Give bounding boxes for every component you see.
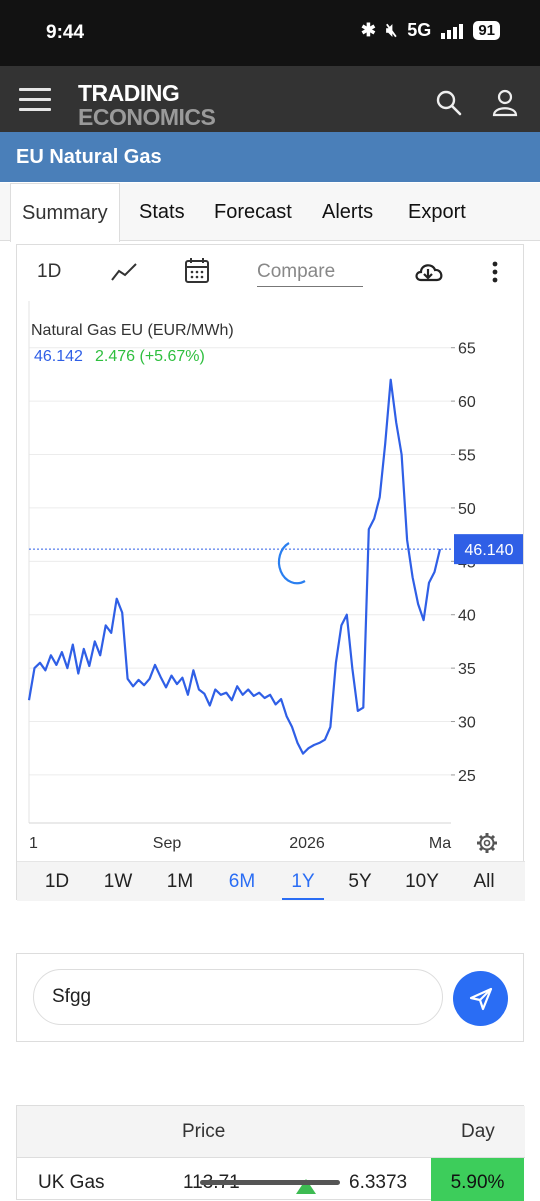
period-1m[interactable]: 1M: [155, 871, 205, 893]
settings-icon[interactable]: [477, 833, 497, 853]
comment-card: [16, 953, 524, 1042]
period-selector: 1D 1W 1M 6M 1Y 5Y 10Y All: [17, 861, 525, 901]
interval-button[interactable]: 1D: [37, 261, 61, 283]
compare-input[interactable]: Compare: [257, 261, 363, 287]
app-bar: TRADING ECONOMICS: [0, 66, 540, 132]
gesture-bar: [200, 1180, 340, 1185]
row-name[interactable]: UK Gas: [38, 1172, 105, 1194]
logo-line1: TRADING: [78, 80, 180, 106]
row-day-change: 5.90%: [431, 1158, 524, 1201]
battery-icon: 91: [473, 21, 500, 40]
tab-stats[interactable]: Stats: [139, 183, 185, 241]
cloud-download-icon[interactable]: [413, 259, 445, 283]
period-6m[interactable]: 6M: [217, 871, 267, 893]
comment-input[interactable]: [33, 969, 443, 1025]
logo[interactable]: TRADING ECONOMICS: [78, 80, 216, 130]
x-tick-label: Sep: [153, 835, 182, 852]
tab-export[interactable]: Export: [408, 183, 466, 241]
signal-icon: [441, 23, 464, 39]
menu-icon[interactable]: [19, 88, 51, 112]
table-header: Price Day: [17, 1106, 525, 1158]
page-title: EU Natural Gas: [0, 132, 540, 182]
period-10y[interactable]: 10Y: [397, 871, 447, 893]
status-bar: 9:44 ✱ 🔇︎ 5G 91: [0, 0, 540, 66]
price-change: 2.476 (+5.67%): [95, 348, 205, 365]
y-tick-label: 35: [458, 661, 476, 678]
x-axis-ticks: 1 Sep 2026 Ma: [29, 835, 451, 852]
last-value: 46.142: [34, 348, 83, 365]
user-icon[interactable]: [492, 89, 518, 117]
chart-title: Natural Gas EU (EUR/MWh): [31, 322, 234, 339]
network-label: 5G: [407, 20, 432, 40]
logo-line2: ECONOMICS: [78, 104, 216, 130]
series-line: [27, 378, 442, 755]
status-icons: ✱ 🔇︎ 5G 91: [361, 20, 500, 41]
y-tick-label: 60: [458, 394, 476, 411]
period-1w[interactable]: 1W: [93, 871, 143, 893]
chart-card: 1D Compare 253035404550556065 1Sep2026Ma…: [16, 244, 525, 901]
period-1y[interactable]: 1Y: [278, 871, 328, 900]
y-tick-label: 65: [458, 341, 476, 358]
y-tick-label: 55: [458, 448, 476, 465]
tab-forecast[interactable]: Forecast: [214, 183, 292, 241]
x-tick-label: Ma: [429, 835, 451, 852]
header-day: Day: [461, 1121, 495, 1142]
mute-icon: 🔇︎: [385, 20, 398, 40]
search-icon[interactable]: [436, 90, 462, 116]
y-tick-label: 25: [458, 768, 476, 785]
period-all[interactable]: All: [459, 871, 509, 893]
tab-alerts[interactable]: Alerts: [322, 183, 373, 241]
tab-summary[interactable]: Summary: [10, 183, 120, 242]
period-1d[interactable]: 1D: [32, 871, 82, 893]
header-price: Price: [182, 1121, 226, 1142]
x-tick-label: 2026: [289, 835, 325, 852]
line-chart-icon[interactable]: [110, 261, 138, 283]
related-table: Price Day UK Gas 113.71 6.3373 5.90%: [16, 1105, 525, 1201]
row-change: 6.3373: [349, 1172, 408, 1193]
chart-toolbar: 1D Compare: [17, 245, 525, 301]
tab-bar: Summary Stats Forecast Alerts Export: [0, 183, 540, 242]
period-5y[interactable]: 5Y: [335, 871, 385, 893]
calendar-icon[interactable]: [184, 257, 210, 285]
x-tick-label: 1: [29, 835, 38, 852]
more-options-icon[interactable]: [491, 261, 499, 285]
y-tick-label: 40: [458, 608, 476, 625]
price-chart[interactable]: 253035404550556065 1Sep2026Ma Natural Ga…: [17, 301, 525, 861]
y-tick-label: 30: [458, 715, 476, 732]
bluetooth-icon: ✱: [360, 20, 376, 40]
y-tick-label: 50: [458, 501, 476, 518]
status-time: 9:44: [46, 22, 85, 43]
send-button[interactable]: [453, 971, 508, 1026]
price-tag-label: 46.140: [465, 542, 514, 559]
send-icon: [469, 987, 493, 1011]
